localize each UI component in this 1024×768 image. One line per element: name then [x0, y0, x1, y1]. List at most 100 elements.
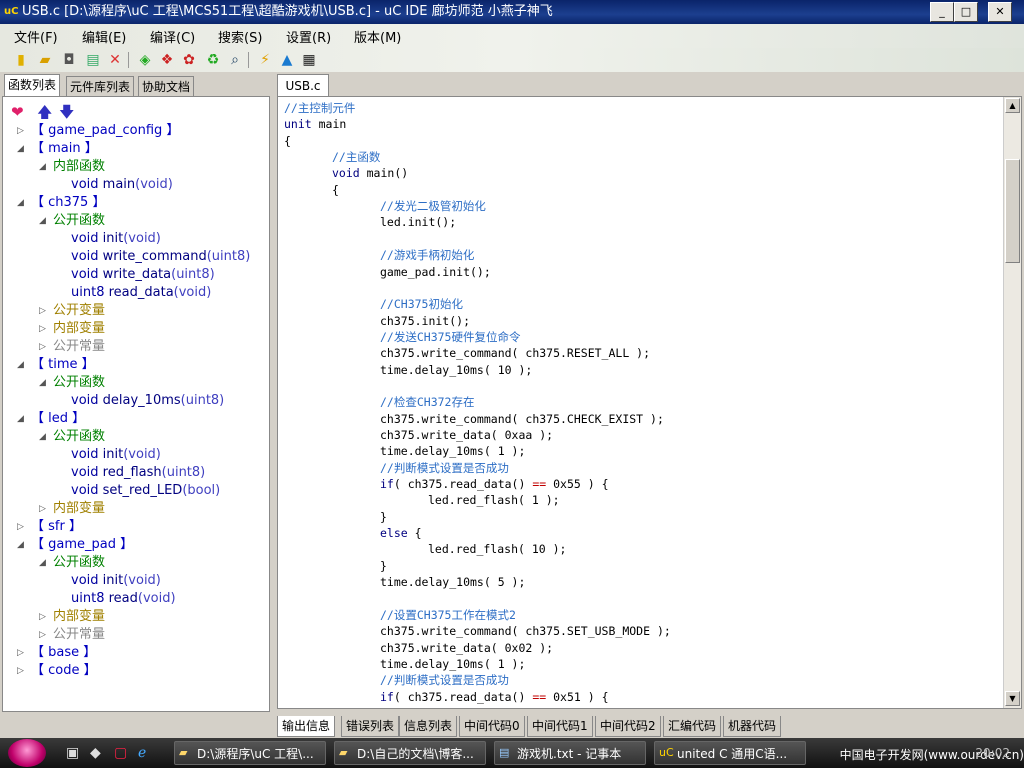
compile-icon[interactable]: ◈ [136, 51, 154, 69]
tree-function[interactable]: void init(void) [71, 446, 161, 464]
rebuild-icon[interactable]: ✿ [180, 51, 198, 69]
chip-icon[interactable]: ▦ [300, 51, 318, 69]
tree-module[interactable]: ◢ 【 game_pad 】 [17, 536, 133, 554]
output-tab[interactable]: 错误列表 [341, 716, 400, 737]
editor-tab-usb-c[interactable]: USB.c [277, 74, 329, 97]
collapse-icon[interactable]: ◢ [39, 554, 46, 572]
maximize-button[interactable]: □ [954, 2, 978, 22]
output-tab[interactable]: 信息列表 [399, 716, 458, 737]
taskbar-item-folder-source[interactable]: ▰ D:\源程序\uC 工程\... [174, 741, 326, 765]
menu-version[interactable]: 版本(M) [354, 27, 401, 46]
expand-icon[interactable]: ▷ [39, 320, 46, 338]
code-editor[interactable]: //主控制元件 unit main{//主函数 void main(){//发光二极… [277, 96, 1022, 709]
show-desktop-icon[interactable]: ▣ [66, 745, 79, 761]
output-tab[interactable]: 输出信息 [277, 716, 336, 737]
flash-icon[interactable]: ⚡ [256, 51, 274, 69]
browser-icon[interactable]: ℯ [138, 745, 146, 761]
tree-module[interactable]: ◢ 【 ch375 】 [17, 194, 105, 212]
tree-function[interactable]: void main(void) [71, 176, 173, 194]
output-tab[interactable]: 中间代码0 [459, 716, 525, 737]
tab-component-library[interactable]: 元件库列表 [66, 76, 135, 97]
scroll-up-icon[interactable]: ▲ [1005, 98, 1020, 113]
collapse-icon[interactable]: ◢ [17, 536, 24, 554]
menu-file[interactable]: 文件(F) [14, 27, 58, 46]
warning-icon[interactable]: ▲ [278, 51, 296, 69]
expand-icon[interactable]: ▷ [17, 122, 24, 140]
taskbar-item-folder-docs[interactable]: ▰ D:\自己的文档\博客... [334, 741, 486, 765]
find-icon[interactable]: ⌕ [226, 51, 244, 69]
tab-help-docs[interactable]: 协助文档 [138, 76, 195, 97]
scroll-down-icon[interactable]: ▼ [1005, 691, 1020, 706]
minimize-button[interactable]: _ [930, 2, 954, 22]
collapse-icon[interactable]: ◢ [39, 428, 46, 446]
collapse-icon[interactable]: ◢ [17, 194, 24, 212]
tree-group[interactable]: ▷ 内部变量 [39, 608, 105, 626]
tree-module[interactable]: ▷ 【 code 】 [17, 662, 97, 680]
tree-group[interactable]: ▷ 公开变量 [39, 302, 105, 320]
expand-icon[interactable]: ▷ [39, 608, 46, 626]
scrollbar-thumb[interactable] [1005, 159, 1020, 263]
tree-function[interactable]: void delay_10ms(uint8) [71, 392, 224, 410]
taskbar-item-uc-ide[interactable]: uC united C 通用C语... [654, 741, 806, 765]
output-tab[interactable]: 机器代码 [723, 716, 782, 737]
expand-icon[interactable]: ▷ [39, 626, 46, 644]
open-folder-icon[interactable]: ▰ [36, 51, 54, 69]
tree-function[interactable]: void red_flash(uint8) [71, 464, 205, 482]
expand-icon[interactable]: ▷ [17, 644, 24, 662]
tree-function[interactable]: uint8 read_data(void) [71, 284, 211, 302]
tree-group[interactable]: ◢ 公开函数 [39, 428, 105, 446]
output-tab[interactable]: 汇编代码 [663, 716, 722, 737]
collapse-icon[interactable]: ◢ [17, 356, 24, 374]
taskbar-item-notepad[interactable]: ▤ 游戏机.txt - 记事本 [494, 741, 646, 765]
expand-icon[interactable]: ▷ [39, 500, 46, 518]
menu-settings[interactable]: 设置(R) [286, 27, 331, 46]
output-tab[interactable]: 中间代码1 [527, 716, 593, 737]
heart-icon[interactable]: ❤ [11, 103, 24, 121]
tree-module[interactable]: ◢ 【 led 】 [17, 410, 85, 428]
collapse-icon[interactable]: ◢ [39, 158, 46, 176]
output-tab[interactable]: 中间代码2 [595, 716, 661, 737]
expand-icon[interactable]: ▷ [17, 662, 24, 680]
expand-icon[interactable]: ▷ [39, 302, 46, 320]
tree-group[interactable]: ◢ 公开函数 [39, 554, 105, 572]
tree-group[interactable]: ◢ 公开函数 [39, 212, 105, 230]
vertical-scrollbar[interactable]: ▲ ▼ [1003, 97, 1021, 708]
tree-function[interactable]: void init(void) [71, 230, 161, 248]
collapse-icon[interactable]: ◢ [17, 410, 24, 428]
print-icon[interactable]: ▤ [84, 51, 102, 69]
tab-function-list[interactable]: 函数列表 [4, 74, 61, 97]
tree-module[interactable]: ◢ 【 main 】 [17, 140, 98, 158]
expand-icon[interactable]: ▷ [17, 518, 24, 536]
menu-search[interactable]: 搜索(S) [218, 27, 262, 46]
tree-group[interactable]: ◢ 公开函数 [39, 374, 105, 392]
collapse-icon[interactable]: ◢ [39, 374, 46, 392]
tree-function[interactable]: void set_red_LED(bool) [71, 482, 220, 500]
tree-group[interactable]: ▷ 内部变量 [39, 320, 105, 338]
new-file-icon[interactable]: ▮ [12, 51, 30, 69]
save-icon[interactable]: ◘ [60, 51, 78, 69]
close-button[interactable]: ✕ [988, 2, 1012, 22]
tree-module[interactable]: ▷ 【 sfr 】 [17, 518, 82, 536]
start-button[interactable] [8, 739, 46, 767]
tree-module[interactable]: ▷ 【 game_pad_config 】 [17, 122, 179, 140]
menu-edit[interactable]: 编辑(E) [82, 27, 126, 46]
delete-icon[interactable]: ✕ [106, 51, 124, 69]
tree-module[interactable]: ◢ 【 time 】 [17, 356, 95, 374]
tree-function[interactable]: void write_data(uint8) [71, 266, 215, 284]
quicklaunch-icon[interactable]: ◆ [90, 745, 101, 761]
collapse-icon[interactable]: ◢ [17, 140, 24, 158]
collapse-icon[interactable]: ◢ [39, 212, 46, 230]
refresh-icon[interactable]: ♻ [204, 51, 222, 69]
expand-icon[interactable]: ▷ [39, 338, 46, 356]
build-icon[interactable]: ❖ [158, 51, 176, 69]
menu-compile[interactable]: 编译(C) [150, 27, 195, 46]
tree-function[interactable]: void write_command(uint8) [71, 248, 250, 266]
tree-group[interactable]: ▷ 内部变量 [39, 500, 105, 518]
tree-group[interactable]: ▷ 公开常量 [39, 338, 105, 356]
tree-function[interactable]: uint8 read(void) [71, 590, 176, 608]
media-icon[interactable]: ▢ [114, 745, 127, 761]
tree-group[interactable]: ◢ 内部函数 [39, 158, 105, 176]
tree-function[interactable]: void init(void) [71, 572, 161, 590]
tree-group[interactable]: ▷ 公开常量 [39, 626, 105, 644]
tree-module[interactable]: ▷ 【 base 】 [17, 644, 96, 662]
